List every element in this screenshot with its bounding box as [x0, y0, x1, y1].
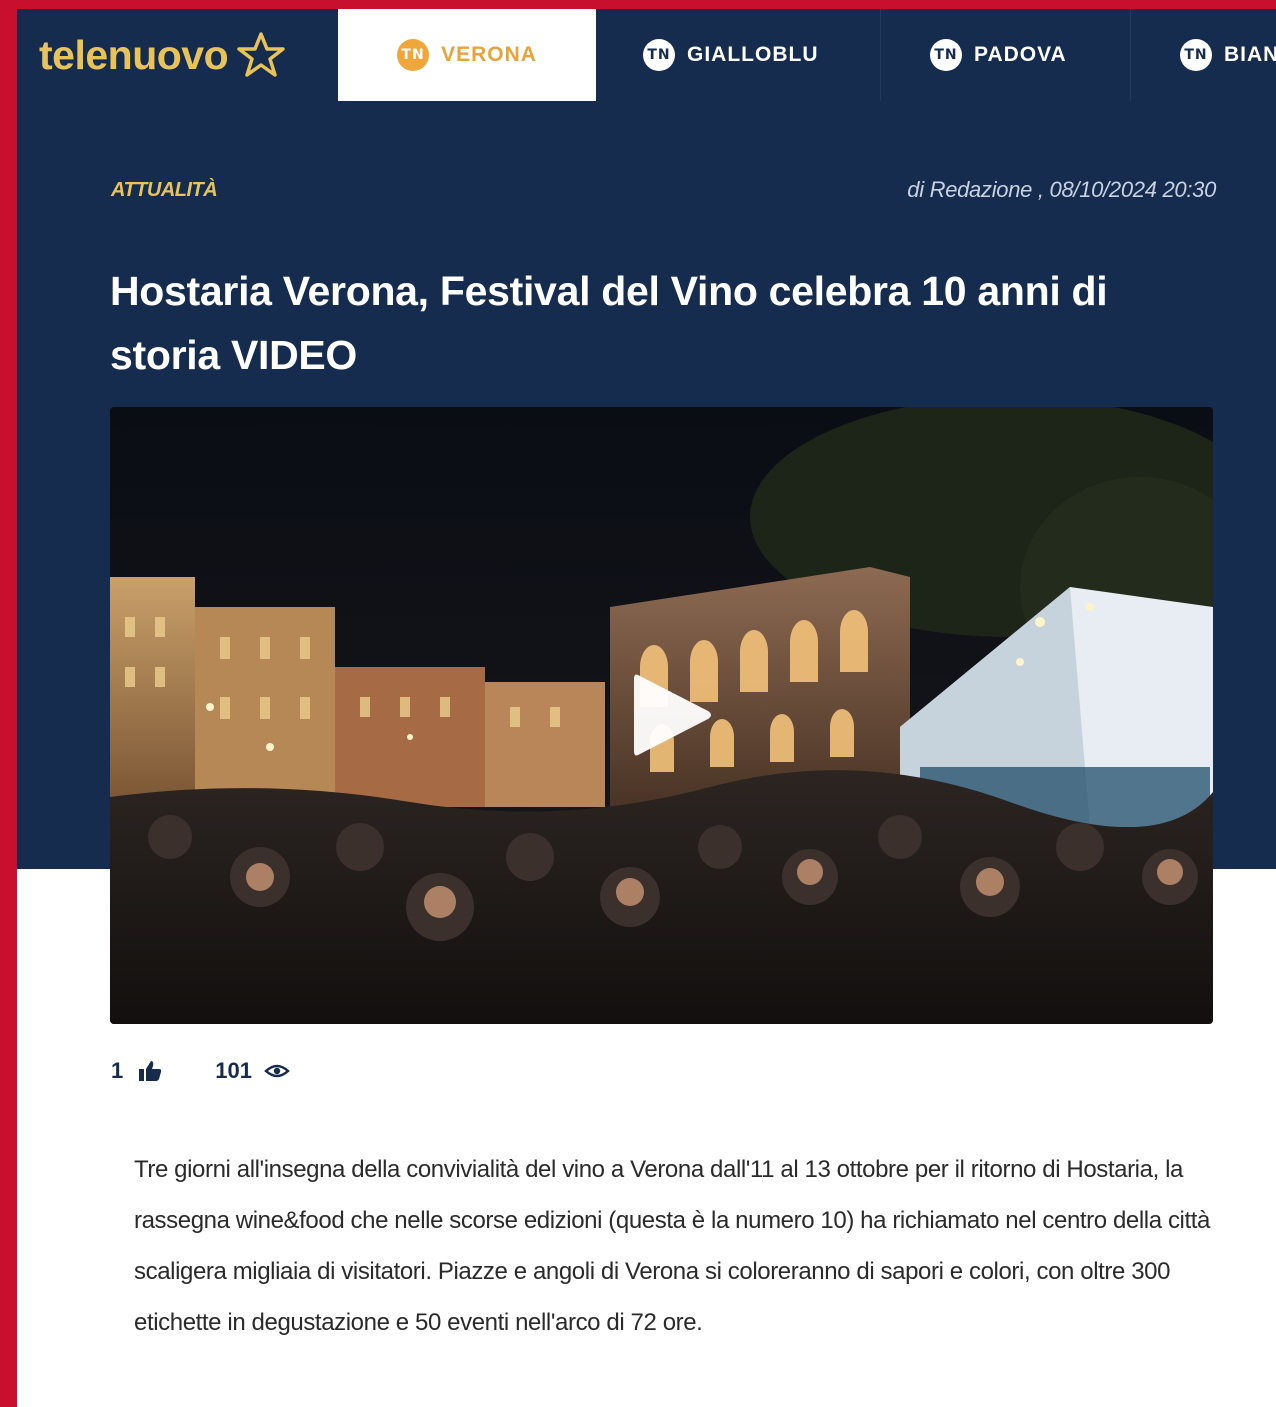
nav-divider [1130, 9, 1131, 101]
channel-badge-icon: TN [1180, 39, 1212, 71]
video-player[interactable] [110, 407, 1213, 1024]
nav-divider [880, 9, 881, 101]
page: telenuovo TN VERONA TN GIALLOBLU TN PADO… [17, 9, 1276, 1407]
top-navigation: telenuovo TN VERONA TN GIALLOBLU TN PADO… [17, 9, 1276, 101]
tab-label: PADOVA [974, 43, 1067, 66]
like-count: 1 [111, 1058, 124, 1083]
tab-label: VERONA [441, 43, 537, 66]
eye-icon [264, 1064, 290, 1078]
brand-name: telenuovo [39, 31, 229, 78]
tab-padova[interactable]: TN PADOVA [930, 9, 1067, 101]
channel-badge-icon: TN [397, 39, 430, 71]
play-icon[interactable] [620, 665, 720, 765]
brand-logo[interactable]: telenuovo [39, 25, 286, 85]
star-outline-icon [237, 32, 285, 77]
views-counter: 101 [215, 1058, 290, 1084]
article-stats: 1 101 [111, 1055, 290, 1087]
view-count: 101 [215, 1058, 252, 1083]
article-body: Tre giorni all'insegna della convivialit… [134, 1156, 1210, 1336]
tab-verona[interactable]: TN VERONA [338, 9, 596, 101]
tab-gialloblu[interactable]: TN GIALLOBLU [643, 9, 818, 101]
thumbs-up-icon [139, 1061, 162, 1081]
article-byline: di Redazione , 08/10/2024 20:30 [907, 177, 1216, 202]
channel-badge-icon: TN [930, 39, 962, 71]
channel-badge-icon: TN [643, 39, 675, 71]
article-title: Hostaria Verona, Festival del Vino celeb… [110, 268, 1108, 378]
article-category[interactable]: ATTUALITÀ [111, 179, 218, 202]
tab-bian[interactable]: TN BIAN [1180, 9, 1276, 101]
like-button[interactable]: 1 [111, 1058, 215, 1084]
tab-label: GIALLOBLU [687, 43, 819, 66]
tab-label: BIAN [1224, 43, 1276, 66]
